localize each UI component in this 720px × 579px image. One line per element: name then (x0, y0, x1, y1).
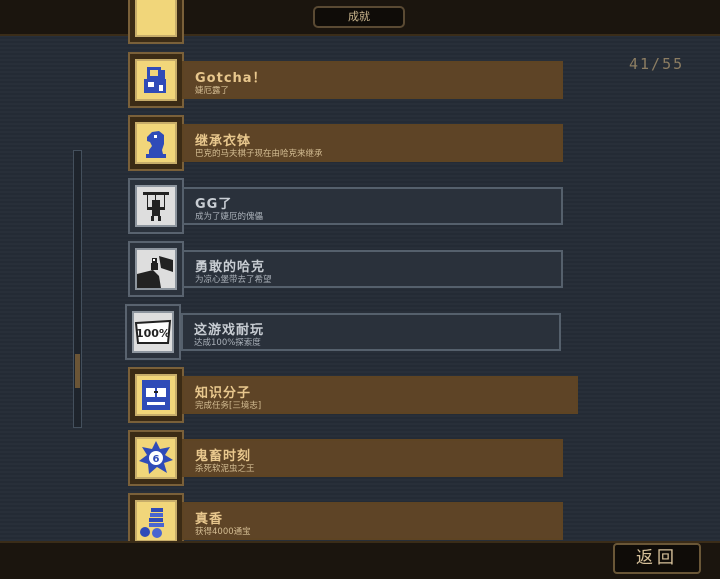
achievement-icon: 100% (125, 304, 181, 360)
achievement-icon (128, 367, 184, 423)
achievement-panel: 鬼畜时刻 杀死软泥虫之王 (182, 439, 563, 477)
achievement-desc: 杀死软泥虫之王 (195, 464, 255, 474)
achievement-panel: 知识分子 完成任务[三境志] (182, 376, 578, 414)
achievement-panel: GG了 成为了婕厄的傀儡 (182, 187, 563, 225)
achievement-icon-partial (128, 0, 184, 44)
cliff-hero-icon (137, 256, 173, 288)
achievement-icon (128, 52, 184, 108)
achievement-desc: 为凉心堡带去了希望 (195, 275, 272, 285)
puppet-icon (143, 192, 169, 221)
achievement-desc: 成为了婕厄的傀儡 (195, 212, 264, 222)
achievement-panel: 这游戏耐玩 达成100%探索度 (181, 313, 561, 351)
knight-portrait-icon (144, 67, 166, 93)
chess-knight-icon (146, 131, 166, 158)
achievement-desc: 达成100%探索度 (194, 338, 261, 348)
achievement-icon (128, 115, 184, 171)
achievement-icon (128, 241, 184, 297)
coin-stack-icon (140, 508, 164, 538)
achievement-icon (128, 178, 184, 234)
achievement-desc: 获得4000通宝 (195, 527, 251, 537)
back-button[interactable]: 返回 (613, 543, 701, 574)
achievement-icon: 6 (128, 430, 184, 486)
achievement-desc: 巴克的马夫棋子现在由哈克来继承 (195, 149, 323, 159)
svg-text:6: 6 (153, 454, 160, 465)
scholar-face-icon (142, 380, 170, 410)
achievement-desc: 完成任务[三境志] (195, 401, 262, 411)
svg-text:100%: 100% (136, 327, 170, 340)
hundred-percent-icon: 100% (134, 319, 172, 344)
scroll-icon (135, 0, 177, 37)
slime-king-icon: 6 (139, 441, 173, 474)
bottom-bar (0, 541, 720, 579)
achievement-panel: 真香 获得4000通宝 (182, 502, 563, 540)
achievement-desc: 婕厄露了 (195, 86, 230, 96)
achievement-panel: 继承衣钵 巴克的马夫棋子现在由哈克来继承 (182, 124, 563, 162)
achievement-panel: 勇敢的哈克 为凉心堡带去了希望 (182, 250, 563, 288)
achievement-list: Gotcha！ 婕厄露了 继承衣钵 巴克的马夫棋子现在由哈克来继承 GG了 成为… (0, 0, 720, 577)
achievement-panel: Gotcha！ 婕厄露了 (182, 61, 563, 99)
achievements-screen: 成就 41/55 Gotcha！ 婕厄露了 继承衣钵 巴克的马夫棋子现在由哈克来… (0, 0, 720, 579)
